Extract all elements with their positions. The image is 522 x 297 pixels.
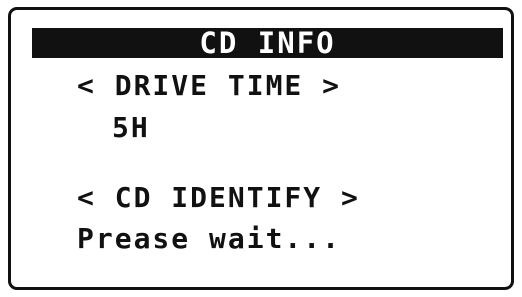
status-message: Prease wait... [77, 222, 342, 255]
drive-time-value: 5H [112, 111, 150, 144]
drive-time-label: < DRIVE TIME > [77, 69, 342, 102]
screen-title: CD INFO [32, 28, 503, 58]
cd-identify-label: < CD IDENTIFY > [77, 181, 360, 214]
